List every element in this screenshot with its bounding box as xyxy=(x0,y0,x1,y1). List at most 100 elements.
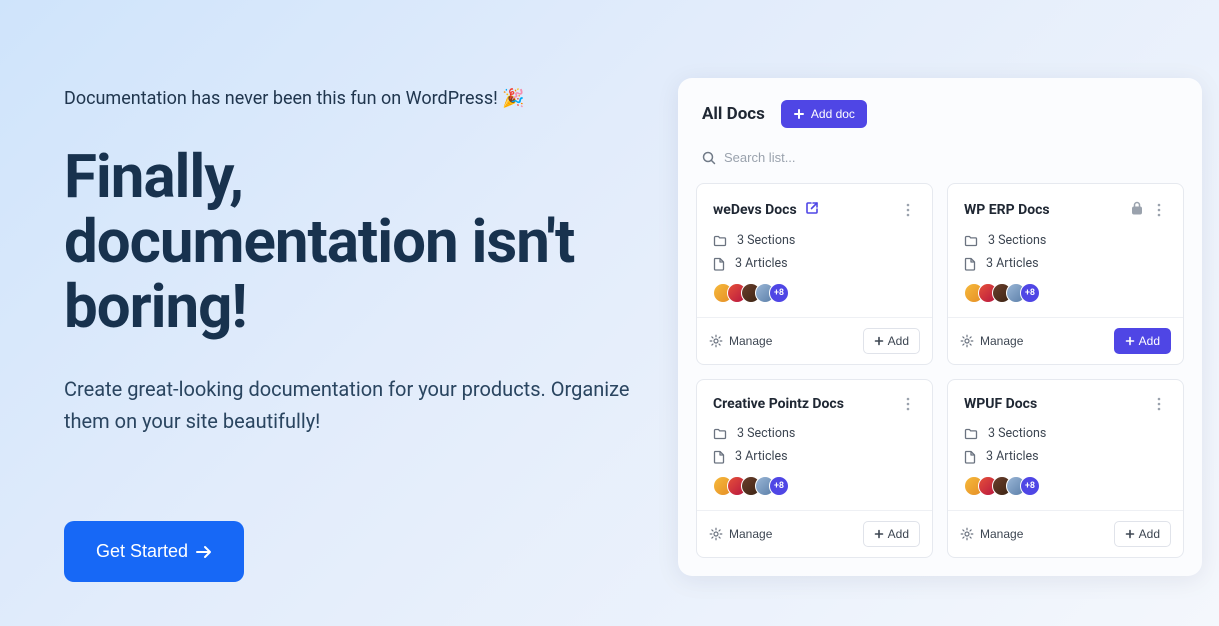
doc-card[interactable]: weDevs Docs 3 Sections 3 Articles +8 Manage A… xyxy=(696,183,933,365)
document-icon xyxy=(713,450,725,464)
card-footer: Manage Add xyxy=(697,317,932,364)
card-add-button[interactable]: Add xyxy=(863,328,920,354)
gear-icon xyxy=(709,334,723,348)
manage-label: Manage xyxy=(729,527,772,541)
preview-area: All Docs Add doc weDevs Docs 3 Sections 3 … xyxy=(678,0,1219,626)
manage-label: Manage xyxy=(980,527,1023,541)
manage-button[interactable]: Manage xyxy=(960,527,1023,541)
card-add-button[interactable]: Add xyxy=(1114,328,1171,354)
card-title: Creative Pointz Docs xyxy=(713,396,844,412)
plus-icon xyxy=(793,108,805,120)
docs-panel: All Docs Add doc weDevs Docs 3 Sections 3 … xyxy=(678,78,1202,576)
plus-icon xyxy=(1125,336,1135,346)
card-add-label: Add xyxy=(1139,527,1160,541)
card-add-label: Add xyxy=(888,334,909,348)
card-title: weDevs Docs xyxy=(713,202,797,218)
card-add-button[interactable]: Add xyxy=(863,521,920,547)
card-body: Creative Pointz Docs 3 Sections 3 Articles… xyxy=(697,380,932,510)
card-title: WP ERP Docs xyxy=(964,202,1050,218)
articles-text: 3 Articles xyxy=(735,449,788,464)
card-title-row: WPUF Docs xyxy=(964,396,1167,412)
card-title: WPUF Docs xyxy=(964,396,1037,412)
articles-text: 3 Articles xyxy=(986,256,1039,271)
document-icon xyxy=(713,257,725,271)
panel-title: All Docs xyxy=(702,104,765,124)
card-title-row: WP ERP Docs xyxy=(964,200,1167,219)
avatar-overflow[interactable]: +8 xyxy=(769,476,789,496)
document-icon xyxy=(964,450,976,464)
add-doc-label: Add doc xyxy=(811,107,855,121)
doc-card[interactable]: Creative Pointz Docs 3 Sections 3 Articles… xyxy=(696,379,933,558)
avatar-overflow[interactable]: +8 xyxy=(1020,476,1040,496)
get-started-label: Get Started xyxy=(96,541,188,562)
articles-meta: 3 Articles xyxy=(713,449,916,464)
card-add-label: Add xyxy=(888,527,909,541)
folder-icon xyxy=(964,235,978,247)
manage-button[interactable]: Manage xyxy=(709,527,772,541)
card-body: WP ERP Docs 3 Sections 3 Articles +8 xyxy=(948,184,1183,317)
sections-meta: 3 Sections xyxy=(964,233,1167,248)
card-body: WPUF Docs 3 Sections 3 Articles +8 xyxy=(948,380,1183,510)
card-menu-button[interactable] xyxy=(1151,202,1167,218)
sections-meta: 3 Sections xyxy=(713,426,916,441)
external-link-icon[interactable] xyxy=(805,200,819,219)
plus-icon xyxy=(874,529,884,539)
articles-meta: 3 Articles xyxy=(964,256,1167,271)
card-menu-button[interactable] xyxy=(900,396,916,412)
manage-label: Manage xyxy=(980,334,1023,348)
card-title-row: Creative Pointz Docs xyxy=(713,396,916,412)
card-title-row: weDevs Docs xyxy=(713,200,916,219)
gear-icon xyxy=(960,527,974,541)
plus-icon xyxy=(1125,529,1135,539)
lock-icon xyxy=(1131,200,1143,219)
manage-button[interactable]: Manage xyxy=(960,334,1023,348)
card-footer: Manage Add xyxy=(948,317,1183,364)
card-add-label: Add xyxy=(1139,334,1160,348)
avatar-stack: +8 xyxy=(713,283,916,303)
arrow-right-icon xyxy=(196,545,212,559)
card-footer: Manage Add xyxy=(948,510,1183,557)
search-input[interactable] xyxy=(724,150,1178,165)
doc-card[interactable]: WPUF Docs 3 Sections 3 Articles +8 Manage Add xyxy=(947,379,1184,558)
articles-meta: 3 Articles xyxy=(713,256,916,271)
sections-text: 3 Sections xyxy=(737,426,795,441)
doc-card[interactable]: WP ERP Docs 3 Sections 3 Articles +8 Manage A… xyxy=(947,183,1184,365)
folder-icon xyxy=(713,235,727,247)
search-row xyxy=(696,146,1184,183)
avatar-stack: +8 xyxy=(964,476,1167,496)
sections-text: 3 Sections xyxy=(988,426,1046,441)
card-body: weDevs Docs 3 Sections 3 Articles +8 xyxy=(697,184,932,317)
sections-text: 3 Sections xyxy=(737,233,795,248)
gear-icon xyxy=(709,527,723,541)
sections-meta: 3 Sections xyxy=(964,426,1167,441)
avatar-stack: +8 xyxy=(964,283,1167,303)
folder-icon xyxy=(713,428,727,440)
articles-text: 3 Articles xyxy=(735,256,788,271)
articles-text: 3 Articles xyxy=(986,449,1039,464)
avatar-stack: +8 xyxy=(713,476,916,496)
hero-headline: Finally, documentation isn't boring! xyxy=(64,145,648,339)
card-footer: Manage Add xyxy=(697,510,932,557)
sections-text: 3 Sections xyxy=(988,233,1046,248)
card-add-button[interactable]: Add xyxy=(1114,521,1171,547)
articles-meta: 3 Articles xyxy=(964,449,1167,464)
document-icon xyxy=(964,257,976,271)
search-icon xyxy=(702,151,716,165)
folder-icon xyxy=(964,428,978,440)
manage-button[interactable]: Manage xyxy=(709,334,772,348)
panel-header: All Docs Add doc xyxy=(696,100,1184,128)
add-doc-button[interactable]: Add doc xyxy=(781,100,867,128)
card-menu-button[interactable] xyxy=(900,202,916,218)
card-menu-button[interactable] xyxy=(1151,396,1167,412)
plus-icon xyxy=(874,336,884,346)
docs-grid: weDevs Docs 3 Sections 3 Articles +8 Manage A… xyxy=(696,183,1184,558)
avatar-overflow[interactable]: +8 xyxy=(769,283,789,303)
avatar-overflow[interactable]: +8 xyxy=(1020,283,1040,303)
hero-subcopy: Create great-looking documentation for y… xyxy=(64,373,648,437)
gear-icon xyxy=(960,334,974,348)
manage-label: Manage xyxy=(729,334,772,348)
sections-meta: 3 Sections xyxy=(713,233,916,248)
get-started-button[interactable]: Get Started xyxy=(64,521,244,582)
hero-eyebrow: Documentation has never been this fun on… xyxy=(64,88,648,109)
hero-section: Documentation has never been this fun on… xyxy=(0,0,678,626)
